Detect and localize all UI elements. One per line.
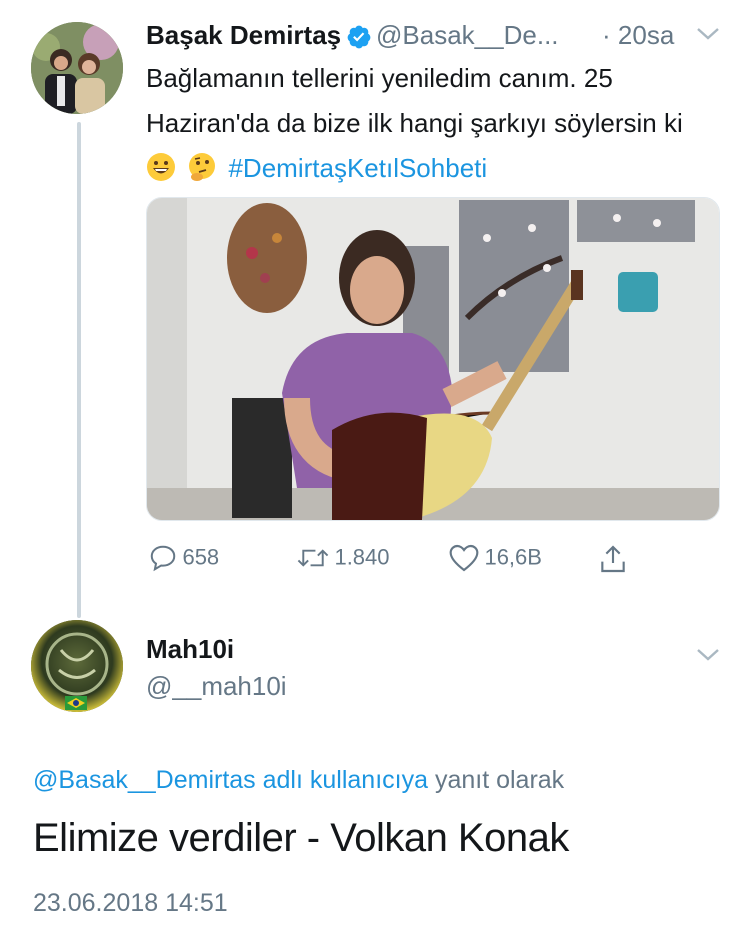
tweet-text-body: Bağlamanın tellerini yeniledim canım. 25… [146,63,683,138]
retweet-icon [296,543,330,578]
reply-text: Elimize verdiler - Volkan Konak [33,816,569,860]
like-action[interactable]: 16,6B [448,543,542,578]
reply-author-handle[interactable]: @__mah10i [146,671,287,702]
reply-icon [148,543,178,578]
like-count: 16,6B [484,544,542,570]
tweet-time[interactable]: 20sa [618,20,674,50]
replying-to-link[interactable]: @Basak__Demirtas adlı kullanıcıya [33,766,428,794]
grinning-face-emoji-icon [146,151,176,181]
heart-icon [448,543,480,578]
tweet-media-photo[interactable] [146,197,720,521]
reply-action[interactable]: 658 [148,543,219,578]
retweet-action[interactable]: 1.840 [296,543,390,578]
replying-to-suffix: yanıt olarak [428,766,565,794]
retweet-count: 1.840 [334,544,390,570]
reply-author-avatar[interactable] [31,620,123,712]
author-name[interactable]: Başak Demirtaş [146,20,341,50]
thinking-face-emoji-icon [187,151,217,181]
share-icon[interactable] [596,543,630,580]
hashtag-link[interactable]: #DemirtaşKetılSohbeti [228,153,487,183]
reply-author-name[interactable]: Mah10i [146,634,234,665]
verified-badge-icon [346,24,372,55]
reply-timestamp[interactable]: 23.06.2018 14:51 [33,889,228,918]
tweet-text: Bağlamanın tellerini yeniledim canım. 25… [146,56,706,191]
thread-line [77,122,81,618]
chevron-down-icon[interactable] [696,26,720,47]
reply-chevron-down-icon[interactable] [696,647,720,668]
replying-to: @Basak__Demirtas adlı kullanıcıya yanıt … [33,766,564,795]
reply-count: 658 [182,544,220,570]
separator-dot: · [602,20,611,50]
author-handle[interactable]: @Basak__De... [376,20,558,50]
author-avatar[interactable] [31,22,123,114]
